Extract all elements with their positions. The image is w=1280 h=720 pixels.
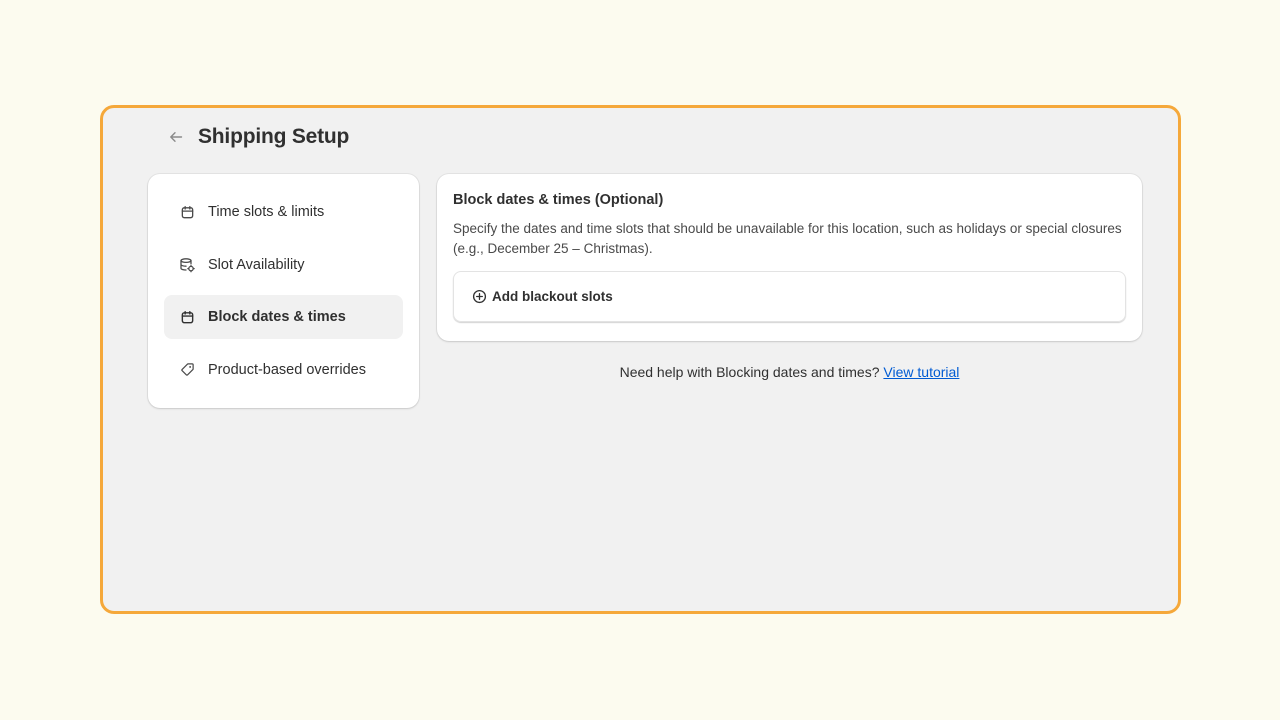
back-button[interactable] <box>165 126 187 148</box>
calendar-icon <box>179 309 195 325</box>
page-header: Shipping Setup <box>165 122 349 152</box>
sidebar-item-product-overrides[interactable]: Product-based overrides <box>164 348 403 392</box>
sidebar-item-label: Product-based overrides <box>208 361 366 378</box>
sidebar-item-block-dates[interactable]: Block dates & times <box>164 295 403 340</box>
card-description: Specify the dates and time slots that sh… <box>453 221 1122 256</box>
sidebar-item-slot-availability[interactable]: Slot Availability <box>164 243 403 287</box>
add-blackout-slots-button[interactable]: Add blackout slots <box>453 271 1126 322</box>
sidebar-item-label: Slot Availability <box>208 256 305 273</box>
plus-circle-icon <box>471 289 487 305</box>
help-text: Need help with Blocking dates and times? <box>619 364 880 380</box>
app-frame: Shipping Setup Time slots & limits Slot … <box>100 105 1181 614</box>
sidebar-item-time-slots[interactable]: Time slots & limits <box>164 190 403 234</box>
database-settings-icon <box>179 257 195 273</box>
page-title: Shipping Setup <box>198 125 350 148</box>
add-blackout-slots-label: Add blackout slots <box>492 289 613 304</box>
card-title: Block dates & times (Optional) <box>453 192 664 208</box>
block-dates-card: Block dates & times (Optional) Specify t… <box>437 174 1142 341</box>
sidebar-item-label: Time slots & limits <box>208 204 325 220</box>
settings-sidebar: Time slots & limits Slot Availability Bl… <box>148 174 419 408</box>
calendar-icon <box>179 204 195 220</box>
tag-icon <box>179 362 195 378</box>
sidebar-item-label: Block dates & times <box>208 309 346 326</box>
view-tutorial-link[interactable]: View tutorial <box>883 364 959 380</box>
arrow-left-icon <box>170 132 183 142</box>
help-text-row: Need help with Blocking dates and times?… <box>437 364 1142 380</box>
